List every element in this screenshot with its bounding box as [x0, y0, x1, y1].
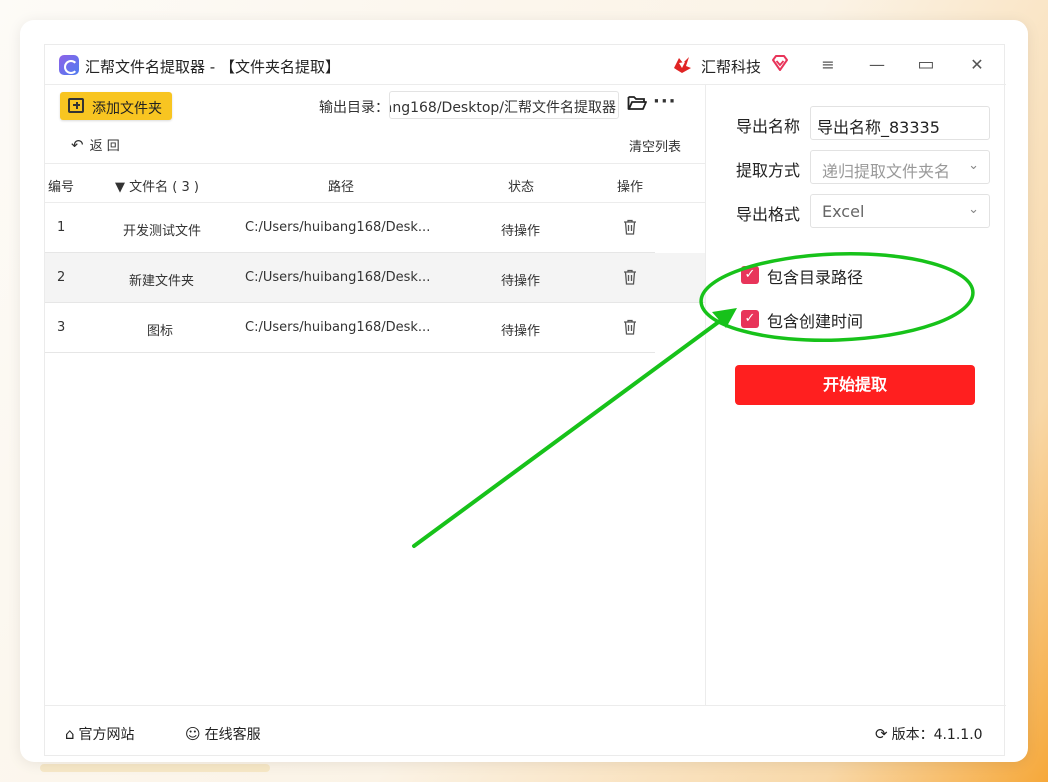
export-format-label: 导出格式	[736, 205, 801, 224]
minimize-button[interactable]: —	[865, 53, 889, 77]
table-header: 编号 ▼ 文件名 ( 3 ) 路径 状态 操作	[45, 163, 705, 203]
row-index: 2	[57, 270, 66, 285]
export-format-value: Excel	[822, 202, 865, 221]
export-name-input[interactable]: 导出名称_83335	[810, 106, 990, 140]
version-info[interactable]: ⟳ 版本：4.1.1.0	[875, 724, 983, 744]
refresh-icon: ⟳	[875, 725, 888, 743]
app-logo-icon	[59, 55, 79, 75]
app-title: 汇帮文件名提取器 - 【文件夹名提取】	[85, 58, 340, 76]
delete-icon[interactable]	[623, 269, 637, 285]
extract-method-select[interactable]: 递归提取文件夹名 ⌄	[810, 150, 990, 184]
export-name-label: 导出名称	[736, 117, 801, 136]
folder-open-icon[interactable]	[627, 94, 647, 112]
row-path: C:/Users/huibang168/Desk...	[245, 320, 431, 335]
delete-icon[interactable]	[623, 319, 637, 335]
export-name-value: 导出名称_83335	[817, 118, 940, 137]
online-support-link[interactable]: ☺ 在线客服	[185, 724, 261, 744]
title-bar: 汇帮文件名提取器 - 【文件夹名提取】 汇帮科技 ≡ — ▭ ✕	[45, 45, 1006, 85]
header-path: 路径	[328, 180, 355, 195]
add-folder-button[interactable]: 添加文件夹	[60, 92, 172, 120]
include-path-label[interactable]: 包含目录路径	[767, 264, 863, 288]
header-filename[interactable]: ▼ 文件名 ( 3 )	[115, 176, 199, 195]
home-icon: ⌂	[65, 725, 75, 743]
row-status: 待操作	[501, 274, 541, 289]
official-website-label: 官方网站	[78, 727, 135, 743]
brand-logo-icon	[674, 57, 691, 73]
version-label: 版本：4.1.1.0	[891, 727, 983, 743]
vip-diamond-icon[interactable]	[771, 54, 789, 72]
app-window: 汇帮文件名提取器 - 【文件夹名提取】 汇帮科技 ≡ — ▭ ✕ 添加文件夹 输…	[20, 20, 1028, 762]
row-status: 待操作	[501, 324, 541, 339]
online-support-label: 在线客服	[204, 727, 261, 743]
official-website-link[interactable]: ⌂ 官方网站	[65, 724, 135, 744]
table-row[interactable]: 1 开发测试文件 C:/Users/huibang168/Desk... 待操作	[45, 203, 655, 253]
maximize-button[interactable]: ▭	[914, 53, 938, 77]
add-folder-label: 添加文件夹	[92, 101, 162, 117]
more-options-icon[interactable]: ···	[653, 91, 677, 112]
brand-name: 汇帮科技	[701, 58, 762, 76]
chevron-down-icon: ⌄	[968, 158, 979, 173]
table-row[interactable]: 3 图标 C:/Users/huibang168/Desk... 待操作	[45, 303, 655, 353]
row-filename: 新建文件夹	[129, 274, 195, 289]
start-extract-button[interactable]: 开始提取	[735, 365, 975, 405]
file-list-panel: 添加文件夹 输出目录： ang168/Desktop/汇帮文件名提取器 ··· …	[45, 85, 705, 705]
extract-method-value: 递归提取文件夹名	[822, 162, 951, 181]
table-row[interactable]: 2 新建文件夹 C:/Users/huibang168/Desk... 待操作	[45, 253, 705, 303]
header-status: 状态	[508, 180, 535, 195]
output-dir-input[interactable]: ang168/Desktop/汇帮文件名提取器	[389, 91, 619, 119]
include-time-label[interactable]: 包含创建时间	[767, 308, 863, 332]
include-path-checkbox[interactable]: ✓	[741, 266, 759, 284]
row-filename: 开发测试文件	[123, 224, 202, 239]
footer-bar: ⌂ 官方网站 ☺ 在线客服 ⟳ 版本：4.1.1.0	[45, 705, 1006, 757]
extract-method-label: 提取方式	[736, 161, 801, 180]
back-label: 返 回	[89, 139, 120, 154]
output-dir-label: 输出目录：	[319, 100, 389, 116]
header-index: 编号	[48, 180, 75, 195]
delete-icon[interactable]	[623, 219, 637, 235]
chevron-down-icon: ⌄	[968, 202, 979, 217]
close-button[interactable]: ✕	[965, 53, 989, 77]
export-format-select[interactable]: Excel ⌄	[810, 194, 990, 228]
clear-list-button[interactable]: 清空列表	[629, 136, 681, 155]
back-arrow-icon: ↶	[71, 136, 84, 154]
app-frame: 汇帮文件名提取器 - 【文件夹名提取】 汇帮科技 ≡ — ▭ ✕ 添加文件夹 输…	[44, 44, 1006, 757]
output-dir-value: ang168/Desktop/汇帮文件名提取器	[389, 100, 616, 116]
include-time-checkbox[interactable]: ✓	[741, 310, 759, 328]
row-status: 待操作	[501, 224, 541, 239]
menu-button[interactable]: ≡	[816, 53, 840, 77]
row-path: C:/Users/huibang168/Desk...	[245, 270, 431, 285]
row-path: C:/Users/huibang168/Desk...	[245, 220, 431, 235]
back-button[interactable]: ↶ 返 回	[71, 135, 120, 154]
row-filename: 图标	[147, 324, 174, 339]
support-agent-icon: ☺	[185, 725, 201, 743]
background-glow	[40, 764, 270, 772]
row-index: 1	[57, 220, 66, 235]
add-folder-icon	[68, 98, 84, 113]
header-action: 操作	[617, 180, 644, 195]
settings-panel: 导出名称 导出名称_83335 提取方式 递归提取文件夹名 ⌄ 导出格式 Exc…	[705, 85, 1005, 705]
row-index: 3	[57, 320, 66, 335]
